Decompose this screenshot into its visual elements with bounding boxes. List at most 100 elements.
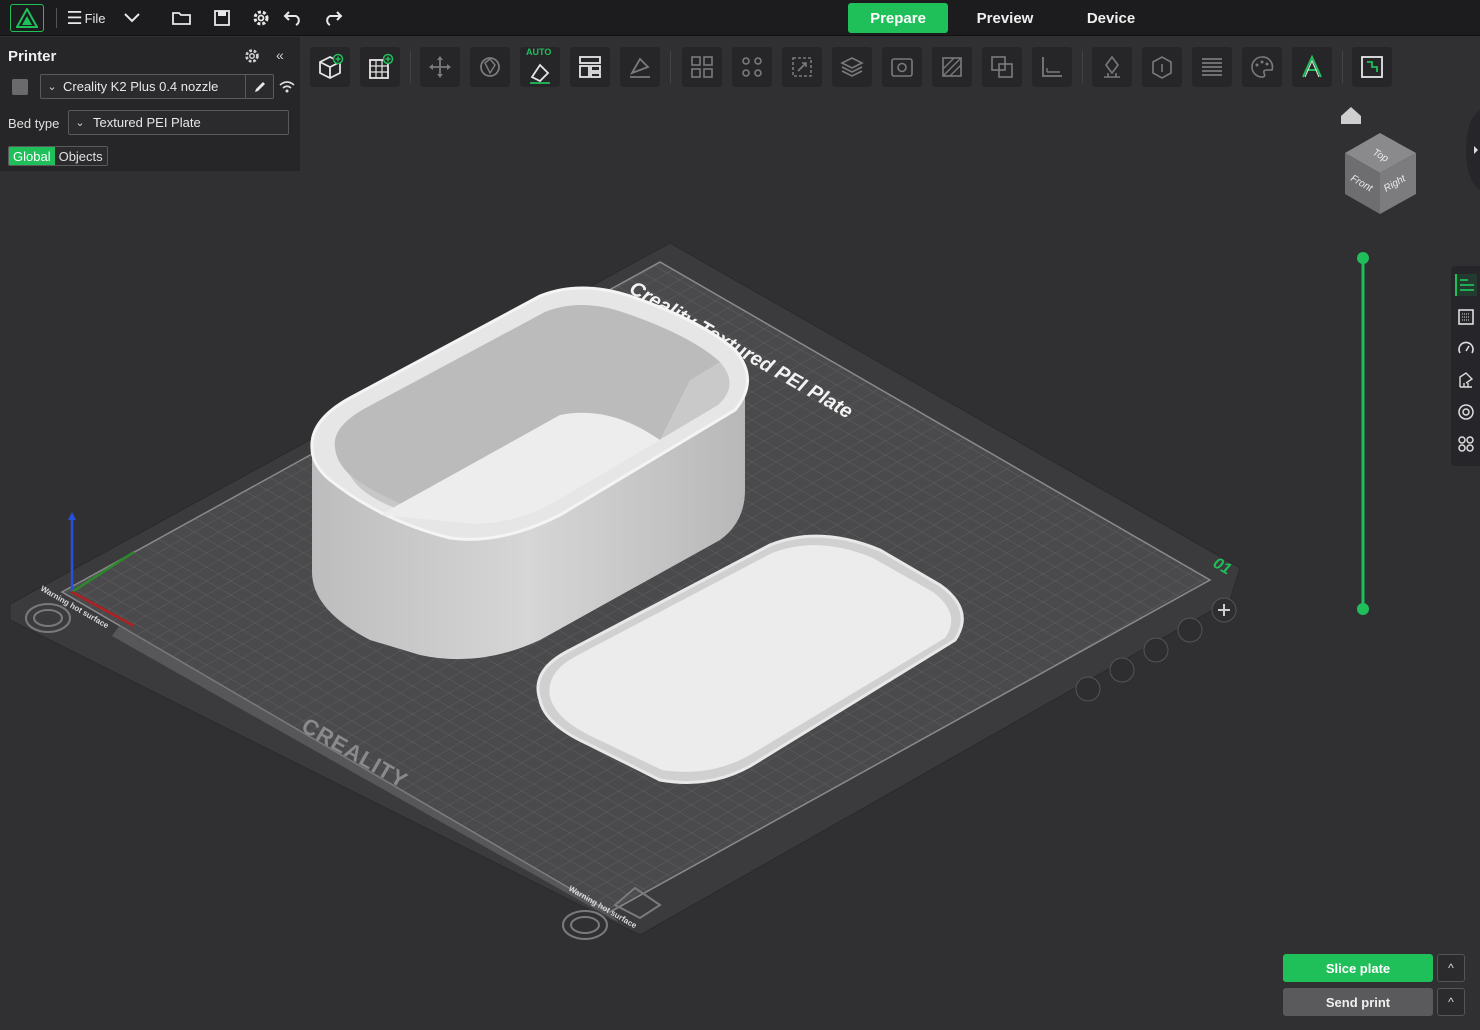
add-plate-button[interactable] xyxy=(360,47,400,87)
layers-button[interactable] xyxy=(1192,47,1232,87)
object-list-icon xyxy=(1460,279,1474,291)
orient-plate-icon[interactable] xyxy=(1143,637,1169,663)
rotate-icon xyxy=(480,57,500,77)
toolbar-divider xyxy=(670,51,671,83)
right-side-toolbar xyxy=(1451,266,1480,466)
boolean-icon xyxy=(991,56,1013,78)
boolean-tool-button[interactable] xyxy=(982,47,1022,87)
toolbar-divider xyxy=(1082,51,1083,83)
text-icon xyxy=(1302,54,1322,78)
printer-select-value: Creality K2 Plus 0.4 nozzle xyxy=(63,79,219,94)
3d-viewport[interactable]: Creality Textured PEI Plate CREALITY 01 … xyxy=(0,97,1480,1030)
collapse-panel-icon[interactable]: « xyxy=(276,47,284,63)
command-icon xyxy=(1458,436,1474,452)
target-icon xyxy=(1458,404,1474,420)
file-menu-button[interactable]: ☰ File xyxy=(64,6,108,30)
printer-panel: Printer « ⌄ Creality K2 Plus 0.4 nozzle … xyxy=(0,37,300,171)
chevron-down-icon: ⌄ xyxy=(47,81,57,93)
plate-settings-icon[interactable] xyxy=(1075,676,1101,702)
open-folder-icon[interactable] xyxy=(170,6,194,30)
tab-prepare[interactable]: Prepare xyxy=(848,3,948,33)
slider-bottom-handle[interactable] xyxy=(1357,603,1369,615)
divider xyxy=(56,8,57,28)
speed-settings-button[interactable] xyxy=(1455,338,1477,360)
palette-icon xyxy=(1251,56,1274,78)
move-icon xyxy=(429,56,451,78)
split-parts-button[interactable] xyxy=(732,47,772,87)
save-icon[interactable] xyxy=(210,6,234,30)
layer-range-slider[interactable] xyxy=(1357,252,1369,615)
support-icon xyxy=(1459,372,1474,388)
slice-options-expand-button[interactable]: ^ xyxy=(1437,954,1465,982)
variable-layer-icon xyxy=(840,57,864,77)
toolbar-divider xyxy=(410,51,411,83)
send-options-expand-button[interactable]: ^ xyxy=(1437,988,1465,1016)
speedometer-icon xyxy=(1458,341,1474,354)
object-list-button[interactable] xyxy=(1455,274,1477,296)
edit-printer-icon[interactable] xyxy=(245,75,273,98)
settings-mode-toggle[interactable]: Global Objects xyxy=(8,146,108,166)
wifi-icon[interactable] xyxy=(278,79,296,95)
tab-device[interactable]: Device xyxy=(1066,3,1156,33)
lay-on-face-button[interactable] xyxy=(620,47,660,87)
plate-view-button[interactable] xyxy=(1455,306,1477,328)
plate-view-icon xyxy=(1458,309,1474,325)
mode-objects-button[interactable]: Objects xyxy=(54,147,107,165)
mode-global-button[interactable]: Global xyxy=(9,147,55,165)
view-cube[interactable]: Top Front Right xyxy=(1345,133,1416,214)
auto-orient-button[interactable]: AUTO xyxy=(520,47,560,87)
arrange-icon xyxy=(579,56,601,78)
measure-icon xyxy=(1042,57,1062,77)
hamburger-icon: ☰ xyxy=(66,7,83,28)
app-logo-icon[interactable] xyxy=(10,4,44,32)
add-cube-icon xyxy=(319,53,344,80)
infill-settings-button[interactable] xyxy=(1455,401,1477,423)
bed-type-select[interactable]: ⌄ Textured PEI Plate xyxy=(68,110,289,135)
split-parts-icon xyxy=(742,57,762,77)
hollow-tool-button[interactable] xyxy=(882,47,922,87)
home-icon[interactable] xyxy=(1341,107,1361,124)
measure-tool-button[interactable] xyxy=(1032,47,1072,87)
chevron-down-icon: ⌄ xyxy=(75,117,85,129)
printer-thumbnail-icon xyxy=(12,79,28,95)
slider-top-handle[interactable] xyxy=(1357,252,1369,264)
seam-paint-icon xyxy=(1152,56,1172,79)
file-menu-label: File xyxy=(84,10,106,26)
arrange-button[interactable] xyxy=(570,47,610,87)
printer-settings-gear-icon[interactable] xyxy=(243,47,261,65)
lock-plate-icon[interactable] xyxy=(1109,657,1135,683)
slice-plate-button[interactable]: Slice plate xyxy=(1283,954,1433,982)
gear-icon[interactable] xyxy=(249,6,273,30)
assembly-view-button[interactable] xyxy=(1352,47,1392,87)
printer-panel-title: Printer xyxy=(8,48,57,65)
color-paint-button[interactable] xyxy=(1242,47,1282,87)
add-object-button[interactable] xyxy=(310,47,350,87)
auto-orient-icon xyxy=(530,63,550,84)
chevron-down-icon[interactable] xyxy=(120,6,144,30)
text-tool-button[interactable] xyxy=(1292,47,1332,87)
support-paint-button[interactable] xyxy=(1092,47,1132,87)
scale-tool-button[interactable] xyxy=(782,47,822,87)
rotate-tool-button[interactable] xyxy=(470,47,510,87)
bed-type-value: Textured PEI Plate xyxy=(93,115,201,130)
move-tool-button[interactable] xyxy=(420,47,460,87)
split-objects-button[interactable] xyxy=(682,47,722,87)
send-print-button[interactable]: Send print xyxy=(1283,988,1433,1016)
multi-material-button[interactable] xyxy=(1455,433,1477,455)
support-settings-button[interactable] xyxy=(1455,369,1477,391)
variable-layer-button[interactable] xyxy=(832,47,872,87)
bed-type-label: Bed type xyxy=(8,116,60,131)
title-bar: ☰ File Prepare Preview Device xyxy=(0,0,1480,36)
arrange-plate-icon[interactable] xyxy=(1177,617,1203,643)
seam-paint-button[interactable] xyxy=(1142,47,1182,87)
printer-select[interactable]: ⌄ Creality K2 Plus 0.4 nozzle xyxy=(40,74,274,99)
cut-tool-button[interactable] xyxy=(932,47,972,87)
undo-icon[interactable] xyxy=(281,6,305,30)
assembly-icon xyxy=(1361,56,1383,78)
toolbar-divider xyxy=(1342,51,1343,83)
scale-icon xyxy=(792,57,812,77)
add-plate-icon xyxy=(369,53,394,79)
tab-preview[interactable]: Preview xyxy=(960,3,1050,33)
redo-icon[interactable] xyxy=(321,6,345,30)
layers-icon xyxy=(1202,58,1222,76)
